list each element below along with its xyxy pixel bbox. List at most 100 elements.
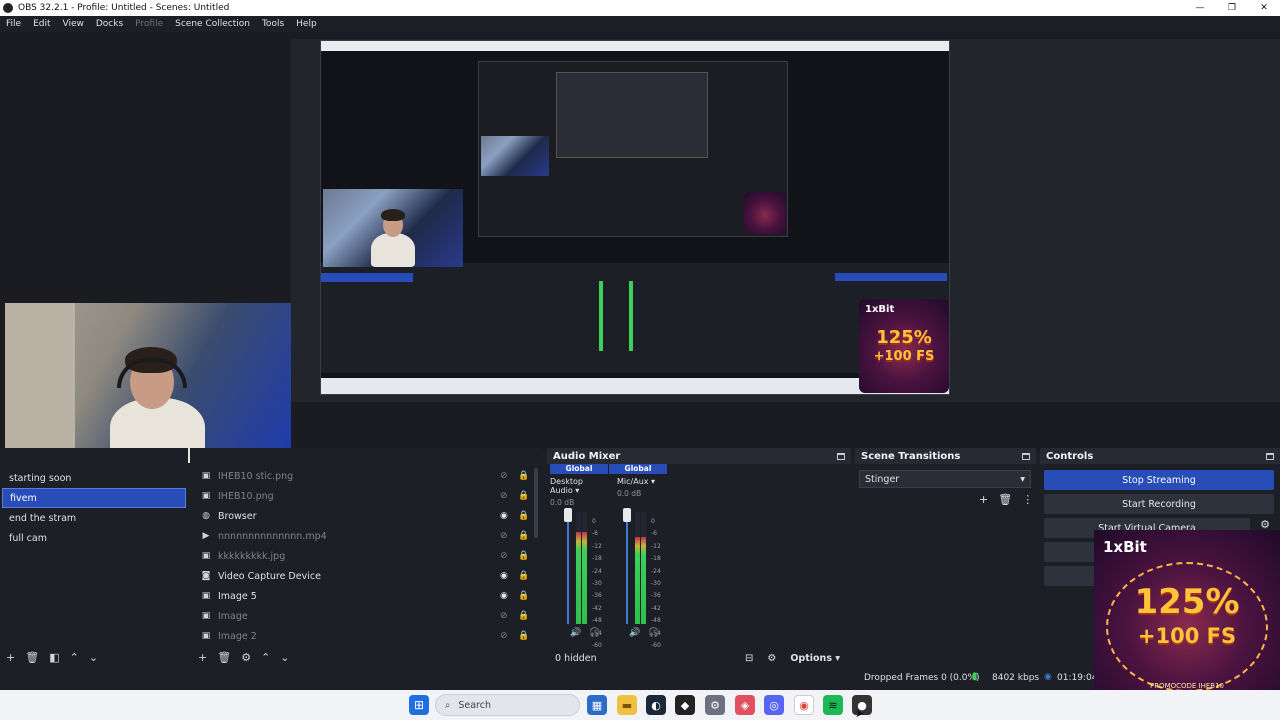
add-icon[interactable]: +	[6, 651, 15, 664]
eye-hidden-icon[interactable]: ⊘	[500, 471, 508, 481]
controls-header: Controls	[1040, 448, 1280, 464]
obs-logo-icon	[3, 3, 13, 13]
eye-icon[interactable]: ◉	[500, 571, 508, 581]
trash-icon[interactable]: 🗑	[998, 493, 1012, 506]
discord-icon[interactable]: ◎	[764, 695, 784, 715]
menu-view[interactable]: View	[57, 19, 90, 29]
add-icon[interactable]: +	[198, 651, 207, 664]
transition-select[interactable]: Stinger ▾	[859, 470, 1031, 488]
lock-icon[interactable]: 🔒	[518, 471, 529, 481]
fader-knob[interactable]	[623, 508, 631, 522]
lock-icon[interactable]: 🔒	[518, 511, 529, 521]
spotify-icon[interactable]: ≋	[823, 695, 843, 715]
meter-fill-mic	[635, 536, 640, 624]
fivem-icon[interactable]: ◈	[735, 695, 755, 715]
hidden-count[interactable]: 0 hidden	[555, 653, 597, 664]
windows-start-icon[interactable]: ⊞	[409, 695, 429, 715]
sources-scrollbar[interactable]	[534, 468, 538, 538]
promo-code: PROMOCODE IHEB10	[1149, 682, 1225, 690]
speaker-icon[interactable]: 🔊	[629, 628, 640, 638]
speaker-icon[interactable]: 🔊	[570, 628, 581, 638]
store-icon[interactable]: ▦	[587, 695, 607, 715]
settings-gear-icon[interactable]: ⚙	[705, 695, 725, 715]
lock-icon[interactable]: 🔒	[518, 611, 529, 621]
scene-label: starting soon	[9, 472, 72, 484]
file-explorer-icon[interactable]: ▬	[617, 695, 637, 715]
nested-scene-selected	[321, 273, 413, 282]
source-item[interactable]: ▣ IHEB10.png ⊘ 🔒	[190, 486, 536, 506]
eye-icon[interactable]: ◉	[500, 591, 508, 601]
source-item[interactable]: ▣ Image ⊘ 🔒	[190, 606, 536, 626]
volume-fader[interactable]	[626, 512, 628, 624]
source-label: kkkkkkkkk.jpg	[218, 550, 286, 562]
volume-fader[interactable]	[567, 512, 569, 624]
lock-icon[interactable]: 🔒	[518, 591, 529, 601]
gear-icon[interactable]: ⚙	[241, 651, 251, 664]
docks-area: starting soon fivem end the stram full c…	[0, 448, 1280, 666]
eye-hidden-icon[interactable]: ⊘	[500, 611, 508, 621]
steam-icon[interactable]: ◐	[646, 695, 666, 715]
float-icon[interactable]	[1266, 452, 1274, 460]
eye-icon[interactable]: ◉	[500, 511, 508, 521]
start-recording-button[interactable]: Start Recording	[1044, 494, 1274, 514]
chrome-icon[interactable]: ◉	[794, 695, 814, 715]
menu-file[interactable]: File	[0, 19, 27, 29]
add-icon[interactable]: +	[979, 493, 988, 506]
layout-icon[interactable]: ⊟	[745, 653, 753, 664]
sources-dock: ▣ IHEB10 stic.png ⊘ 🔒 ▣ IHEB10.png ⊘ 🔒 ◍ Browse…	[190, 448, 542, 666]
lock-icon[interactable]: 🔒	[518, 551, 529, 561]
trash-icon[interactable]: 🗑	[25, 651, 39, 664]
mixer-settings-icon[interactable]: ⚙	[767, 653, 776, 664]
maximize-icon[interactable]: ❐	[1216, 0, 1248, 16]
scene-item[interactable]: end the stram	[2, 508, 186, 528]
float-icon[interactable]	[1022, 452, 1030, 460]
menu-profile[interactable]: Profile	[129, 19, 169, 29]
window-title: OBS 32.2.1 - Profile: Untitled - Scenes:…	[18, 3, 230, 13]
lock-icon[interactable]: 🔒	[518, 631, 529, 641]
eye-hidden-icon[interactable]: ⊘	[500, 531, 508, 541]
source-item[interactable]: ▶ nnnnnnnnnnnnnn.mp4 ⊘ 🔒	[190, 526, 536, 546]
monitor-icon[interactable]: 🎧	[589, 628, 600, 638]
source-item[interactable]: ▣ Image 2 ⊘ 🔒	[190, 626, 536, 646]
scene-item[interactable]: fivem	[2, 488, 186, 508]
menu-tools[interactable]: Tools	[256, 19, 290, 29]
fader-knob[interactable]	[564, 508, 572, 522]
bitrate: 8402 kbps	[992, 673, 1040, 683]
menu-scene-collection[interactable]: Scene Collection	[169, 19, 256, 29]
stop-streaming-button[interactable]: Stop Streaming	[1044, 470, 1274, 490]
source-item[interactable]: ▣ IHEB10 stic.png ⊘ 🔒	[190, 466, 536, 486]
source-item[interactable]: ▣ Image 5 ◉ 🔒	[190, 586, 536, 606]
menu-edit[interactable]: Edit	[27, 19, 56, 29]
epic-games-icon[interactable]: ◆	[675, 695, 695, 715]
channel-name[interactable]: Desktop Audio ▾	[550, 477, 608, 495]
minimize-icon[interactable]: —	[1184, 0, 1216, 16]
move-up-icon[interactable]: ⌃	[261, 651, 270, 664]
scene-item[interactable]: starting soon	[2, 468, 186, 488]
menu-docks[interactable]: Docks	[90, 19, 129, 29]
eye-hidden-icon[interactable]: ⊘	[500, 491, 508, 501]
close-icon[interactable]: ✕	[1248, 0, 1280, 16]
source-item[interactable]: ◙ Video Capture Device ◉ 🔒	[190, 566, 536, 586]
monitor-icon[interactable]: 🎧	[648, 628, 659, 638]
more-icon[interactable]: ⋮	[1022, 493, 1033, 506]
lock-icon[interactable]: 🔒	[518, 531, 529, 541]
options-button[interactable]: Options ▾	[790, 653, 840, 664]
lock-icon[interactable]: 🔒	[518, 491, 529, 501]
move-down-icon[interactable]: ⌄	[280, 651, 289, 664]
eye-hidden-icon[interactable]: ⊘	[500, 631, 508, 641]
scene-item[interactable]: full cam	[2, 528, 186, 548]
controls-title: Controls	[1046, 450, 1094, 462]
move-up-icon[interactable]: ⌃	[70, 651, 79, 664]
menu-help[interactable]: Help	[290, 19, 323, 29]
filter-icon[interactable]: ◧	[49, 651, 59, 664]
source-item[interactable]: ▣ kkkkkkkkk.jpg ⊘ 🔒	[190, 546, 536, 566]
taskbar-search[interactable]: ⌕ Search	[435, 694, 580, 716]
source-item[interactable]: ◍ Browser ◉ 🔒	[190, 506, 536, 526]
scene-label: end the stram	[9, 512, 77, 524]
eye-hidden-icon[interactable]: ⊘	[500, 551, 508, 561]
float-icon[interactable]	[837, 452, 845, 460]
trash-icon[interactable]: 🗑	[217, 651, 231, 664]
channel-name[interactable]: Mic/Aux ▾	[609, 477, 667, 486]
move-down-icon[interactable]: ⌄	[89, 651, 98, 664]
lock-icon[interactable]: 🔒	[518, 571, 529, 581]
